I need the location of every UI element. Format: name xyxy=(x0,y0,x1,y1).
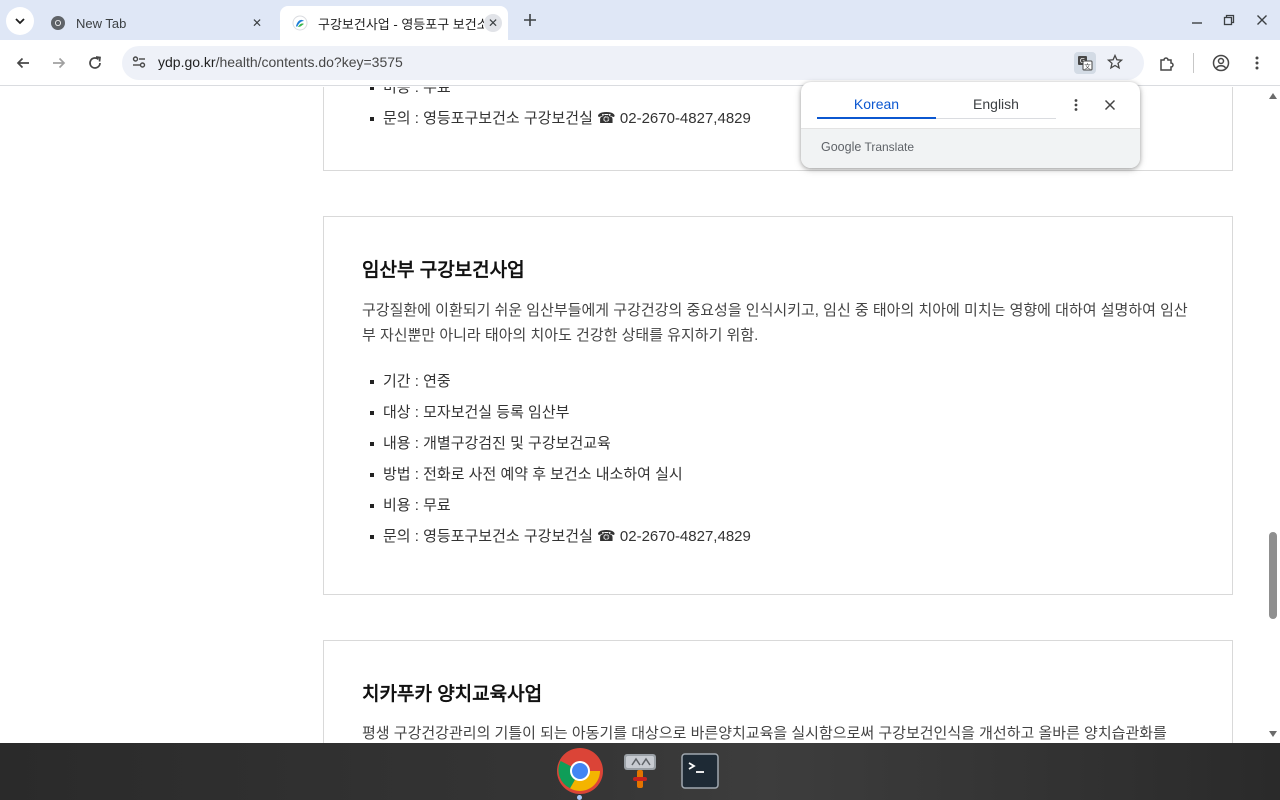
close-icon xyxy=(1257,15,1267,25)
program-card: 임산부 구강보건사업 구강질환에 이환되기 쉬운 임산부들에게 구강건강의 중요… xyxy=(323,216,1233,595)
restore-icon xyxy=(1223,14,1235,26)
page-viewport: 비용 : 무료 문의 : 영등포구보건소 구강보건실 ☎ 02-2670-482… xyxy=(0,87,1266,743)
translate-close-button[interactable] xyxy=(1099,94,1121,116)
detail-list: 비용 : 무료 문의 : 영등포구보건소 구강보건실 ☎ 02-2670-482… xyxy=(370,87,751,140)
puzzle-icon xyxy=(1160,57,1174,71)
bookmark-star-icon[interactable] xyxy=(1106,53,1124,75)
translate-options-button[interactable] xyxy=(1065,94,1087,116)
url-path: /health/contents.do?key=3575 xyxy=(215,54,403,70)
close-icon xyxy=(1104,99,1116,111)
list-item: 문의 : 영등포구보건소 구강보건실 ☎ 02-2670-4827,4829 xyxy=(370,527,751,558)
tab-target-language[interactable]: English xyxy=(936,96,1056,112)
program-card: 치카푸카 양치교육사업 평생 구강건강관리의 기틀이 되는 아동기를 대상으로 … xyxy=(323,640,1233,743)
close-window-button[interactable] xyxy=(1249,8,1275,32)
tab-source-language[interactable]: Korean xyxy=(817,96,936,112)
page-scrollbar[interactable] xyxy=(1266,87,1280,743)
more-vert-icon xyxy=(1074,99,1078,111)
plus-icon xyxy=(524,14,536,26)
tab-title: New Tab xyxy=(76,15,127,31)
translate-popup: Korean English Google Translate xyxy=(801,82,1140,168)
minimize-icon xyxy=(1192,22,1202,24)
chevron-down-icon xyxy=(15,18,25,25)
account-icon xyxy=(1212,54,1230,72)
url-text: ydp.go.kr/health/contents.do?key=3575 xyxy=(158,54,403,70)
translate-footer: Google Translate xyxy=(801,128,1140,168)
list-item: 대상 : 모자보건실 등록 임산부 xyxy=(370,403,751,434)
list-item: 문의 : 영등포구보건소 구강보건실 ☎ 02-2670-4827,4829 xyxy=(370,109,751,140)
extensions-button[interactable] xyxy=(1153,49,1181,77)
list-item: 비용 : 무료 xyxy=(370,87,751,109)
chrome-icon xyxy=(51,16,65,30)
arrow-right-icon xyxy=(53,57,66,69)
minimize-button[interactable] xyxy=(1184,8,1210,32)
address-bar[interactable]: ydp.go.kr/health/contents.do?key=3575 G文 xyxy=(122,46,1144,80)
tab-search-button[interactable] xyxy=(6,7,34,35)
site-info-icon[interactable] xyxy=(131,54,147,75)
scroll-up-arrow-icon[interactable] xyxy=(1269,93,1277,99)
section-description: 구강질환에 이환되기 쉬운 임산부들에게 구강건강의 중요성을 인식시키고, 임… xyxy=(362,302,1188,344)
browser-toolbar: ydp.go.kr/health/contents.do?key=3575 G文 xyxy=(0,40,1280,86)
chrome-app-icon[interactable] xyxy=(556,747,604,795)
active-tab-indicator xyxy=(817,117,936,119)
back-button[interactable] xyxy=(9,49,37,77)
list-item: 내용 : 개별구강검진 및 구강보건교육 xyxy=(370,434,751,465)
close-icon[interactable]: ✕ xyxy=(248,14,266,32)
more-vert-icon xyxy=(1255,56,1259,70)
restore-button[interactable] xyxy=(1216,8,1242,32)
tab-title: 구강보건사업 - 영등포구 보건소 xyxy=(318,16,484,32)
detail-list: 기간 : 연중 대상 : 모자보건실 등록 임산부 내용 : 개별구강검진 및 … xyxy=(370,372,751,558)
menu-button[interactable] xyxy=(1243,49,1271,77)
translate-icon[interactable]: G文 xyxy=(1074,52,1096,74)
scroll-down-arrow-icon[interactable] xyxy=(1269,731,1277,737)
google-translate-logo: Google Translate xyxy=(821,140,915,154)
running-app-indicator xyxy=(577,795,582,800)
reload-button[interactable] xyxy=(81,49,109,77)
site-favicon-icon xyxy=(292,15,308,31)
list-item: 기간 : 연중 xyxy=(370,372,751,403)
reload-icon xyxy=(89,56,101,69)
os-shelf xyxy=(0,743,1280,800)
utility-app-icon[interactable] xyxy=(616,747,664,795)
tab-divider xyxy=(936,118,1056,119)
terminal-app-icon[interactable] xyxy=(676,747,724,795)
section-description: 평생 구강건강관리의 기틀이 되는 아동기를 대상으로 바른양치교육을 실시함으… xyxy=(362,725,1167,742)
forward-button[interactable] xyxy=(45,49,73,77)
profile-button[interactable] xyxy=(1207,49,1235,77)
arrow-left-icon xyxy=(16,57,29,69)
list-item: 비용 : 무료 xyxy=(370,496,751,527)
tab-strip: New Tab ✕ 구강보건사업 - 영등포구 보건소 ✕ xyxy=(0,0,1280,40)
section-title: 치카푸카 양치교육사업 xyxy=(362,684,543,705)
list-item: 방법 : 전화로 사전 예약 후 보건소 내소하여 실시 xyxy=(370,465,751,496)
toolbar-divider xyxy=(1193,53,1194,73)
svg-text:文: 文 xyxy=(1084,62,1091,71)
close-icon[interactable]: ✕ xyxy=(484,14,502,32)
scrollbar-thumb[interactable] xyxy=(1269,532,1277,619)
tab-current-page[interactable]: 구강보건사업 - 영등포구 보건소 ✕ xyxy=(280,6,508,40)
new-tab-button[interactable] xyxy=(518,8,542,32)
section-title: 임산부 구강보건사업 xyxy=(362,260,525,281)
tab-new-tab[interactable]: New Tab ✕ xyxy=(38,6,272,40)
url-domain: ydp.go.kr xyxy=(158,54,216,70)
